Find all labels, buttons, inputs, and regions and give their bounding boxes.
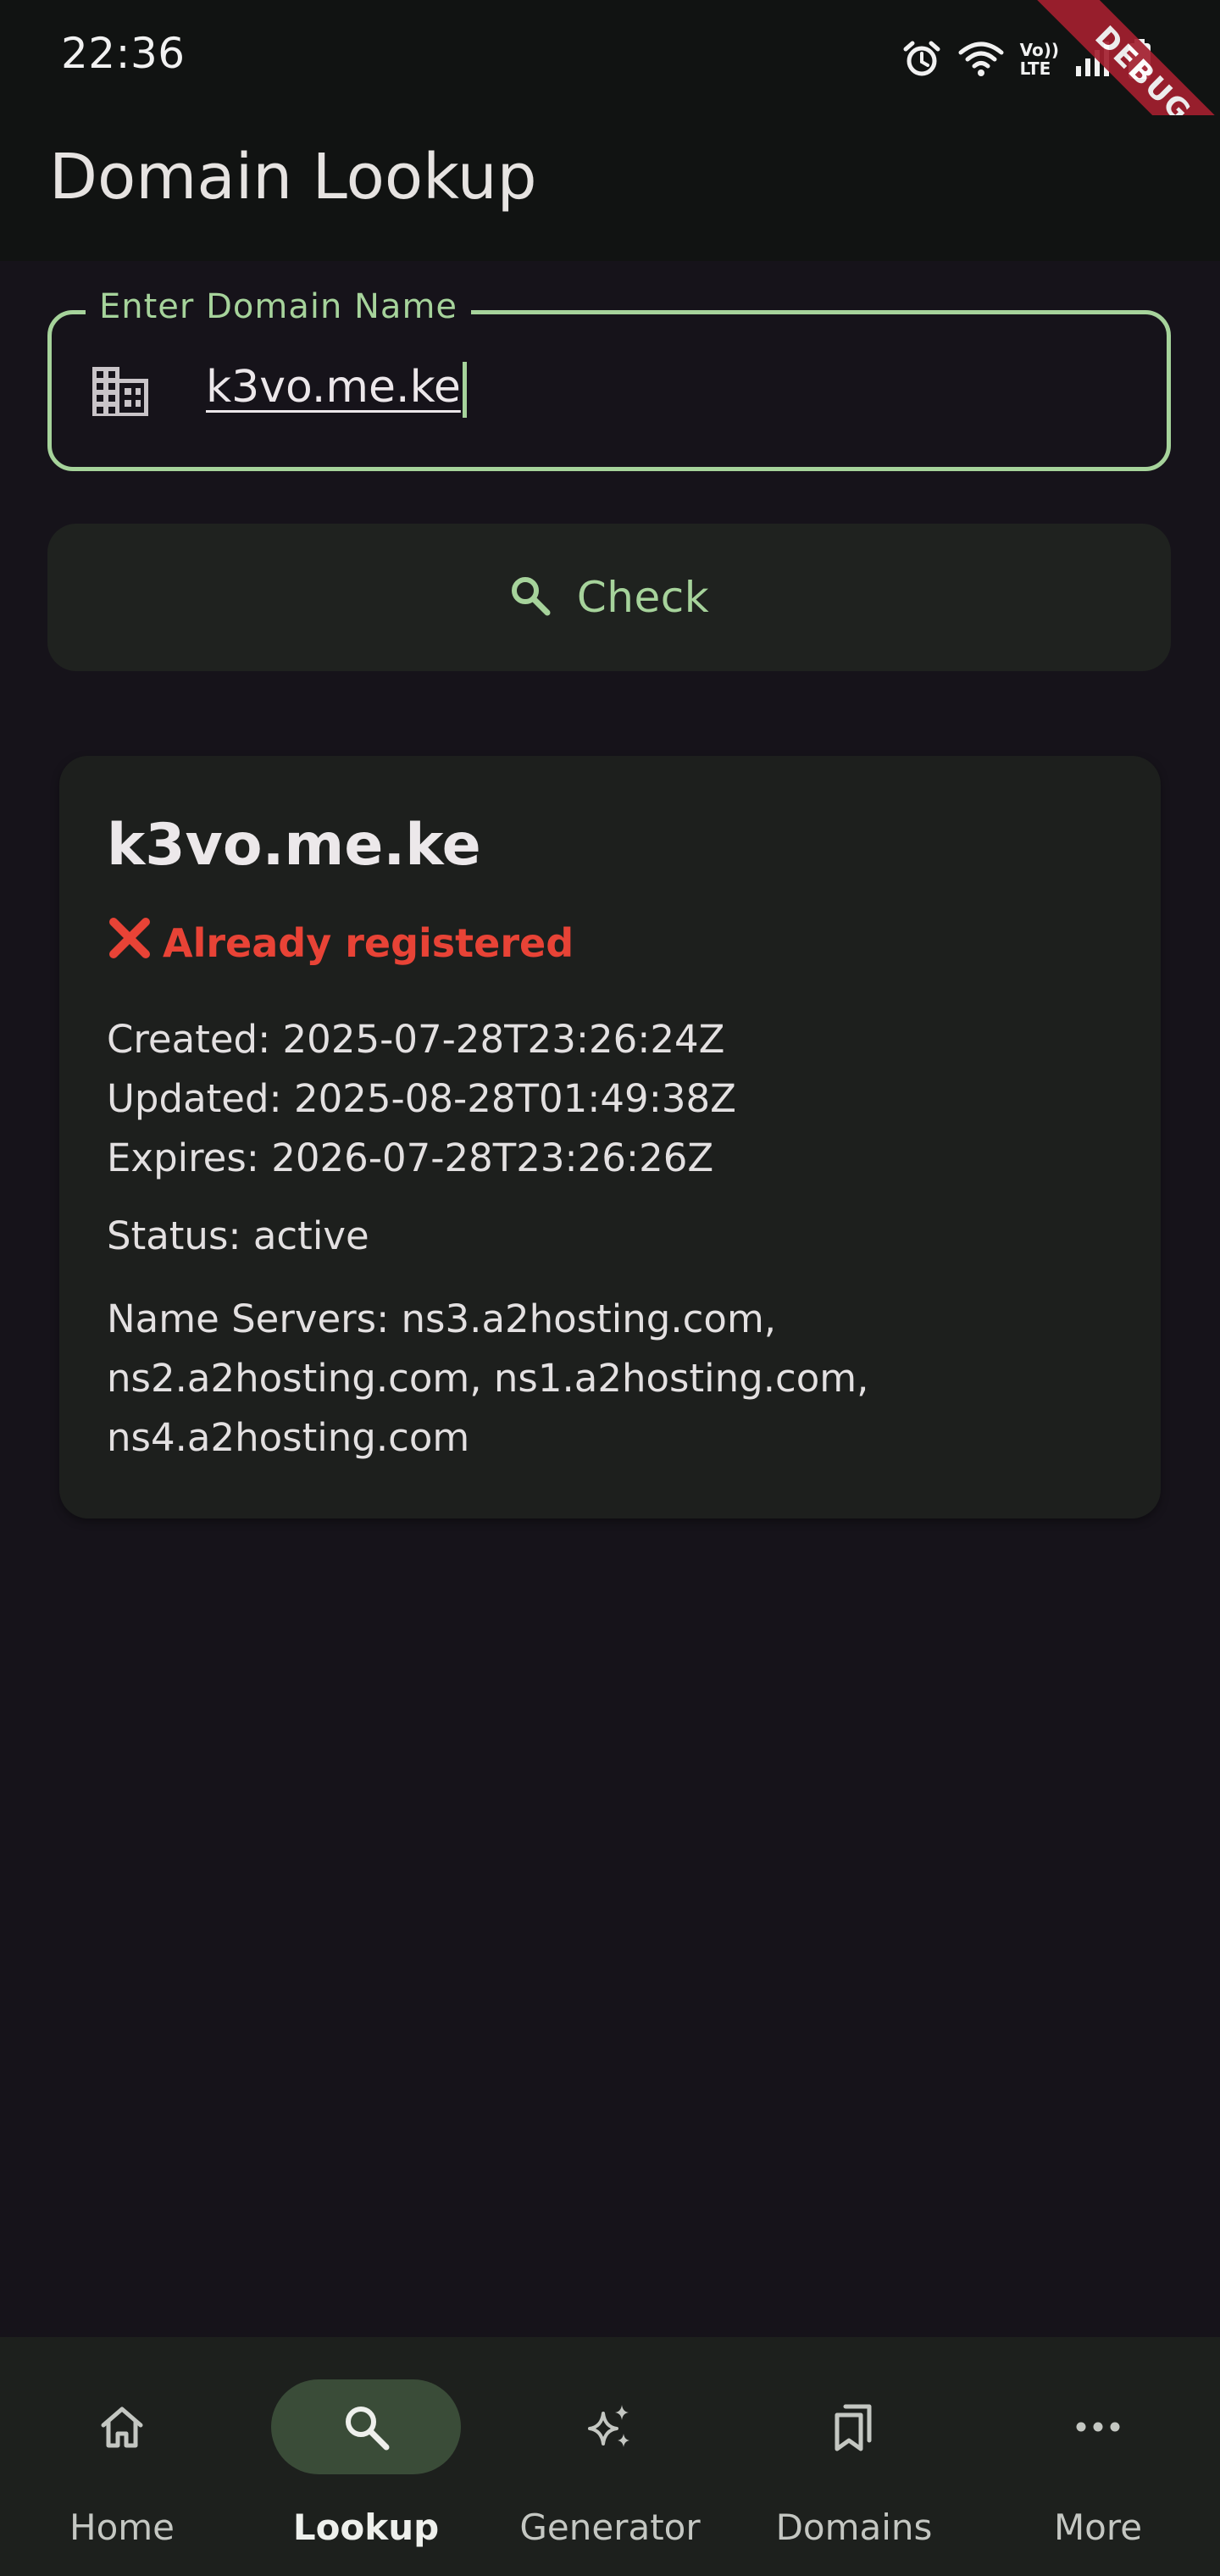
more-horizontal-icon [1073,2401,1123,2452]
nav-item-more[interactable]: More [976,2337,1220,2576]
domain-input-text: k3vo.me.ke [206,362,461,413]
name-servers: Name Servers: ns3.a2hosting.com, ns2.a2h… [107,1296,869,1460]
domain-input-label: Enter Domain Name [86,287,472,326]
domain-input-value[interactable]: k3vo.me.ke [206,362,467,418]
nav-label-domains: Domains [775,2507,933,2548]
app-bar: Domain Lookup [0,115,1220,261]
availability-label: Already registered [163,919,574,966]
cross-mark-icon [107,915,152,970]
nav-item-generator[interactable]: Generator [488,2337,732,2576]
building-icon [89,364,152,423]
nav-label-home: Home [69,2507,175,2548]
text-caret [462,362,467,418]
bottom-navigation: Home Lookup Generator Domains More [0,2337,1220,2576]
expires-date: Expires: 2026-07-28T23:26:26Z [107,1135,714,1180]
search-icon [341,2401,391,2452]
nav-item-home[interactable]: Home [0,2337,244,2576]
created-date: Created: 2025-07-28T23:26:24Z [107,1017,725,1062]
signal-icon [1074,39,1112,80]
nav-label-more: More [1053,2507,1143,2548]
home-icon [97,2401,147,2452]
updated-date: Updated: 2025-08-28T01:49:38Z [107,1076,736,1121]
alarm-icon [901,39,942,80]
volte-top-label: Vo)) [1019,40,1059,60]
result-card: k3vo.me.ke Already registered Created: 2… [59,756,1161,1518]
nav-label-generator: Generator [519,2507,701,2548]
check-button-label: Check [576,573,710,622]
nav-label-lookup: Lookup [292,2507,440,2548]
wifi-icon [957,39,1005,80]
status-time: 22:36 [61,29,186,78]
domain-status: Status: active [107,1213,369,1258]
status-bar: 22:36 Vo)) LTE [0,0,1220,115]
date-details: Created: 2025-07-28T23:26:24Z Updated: 2… [107,1010,736,1188]
status-icons: Vo)) LTE [901,34,1152,85]
volte-bottom-label: LTE [1019,58,1051,79]
battery-icon [1127,38,1152,80]
availability-status: Already registered [107,915,574,970]
volte-icon: Vo)) LTE [1020,41,1059,78]
page-title: Domain Lookup [49,141,537,214]
nav-item-lookup[interactable]: Lookup [244,2337,488,2576]
result-domain-title: k3vo.me.ke [107,812,481,879]
nav-item-domains[interactable]: Domains [732,2337,976,2576]
bookmarks-icon [829,2401,879,2452]
sparkle-icon [585,2401,635,2452]
check-button[interactable]: Check [47,524,1171,671]
domain-input-field[interactable]: Enter Domain Name k3vo.me.ke [47,287,1171,471]
search-icon [509,575,552,620]
